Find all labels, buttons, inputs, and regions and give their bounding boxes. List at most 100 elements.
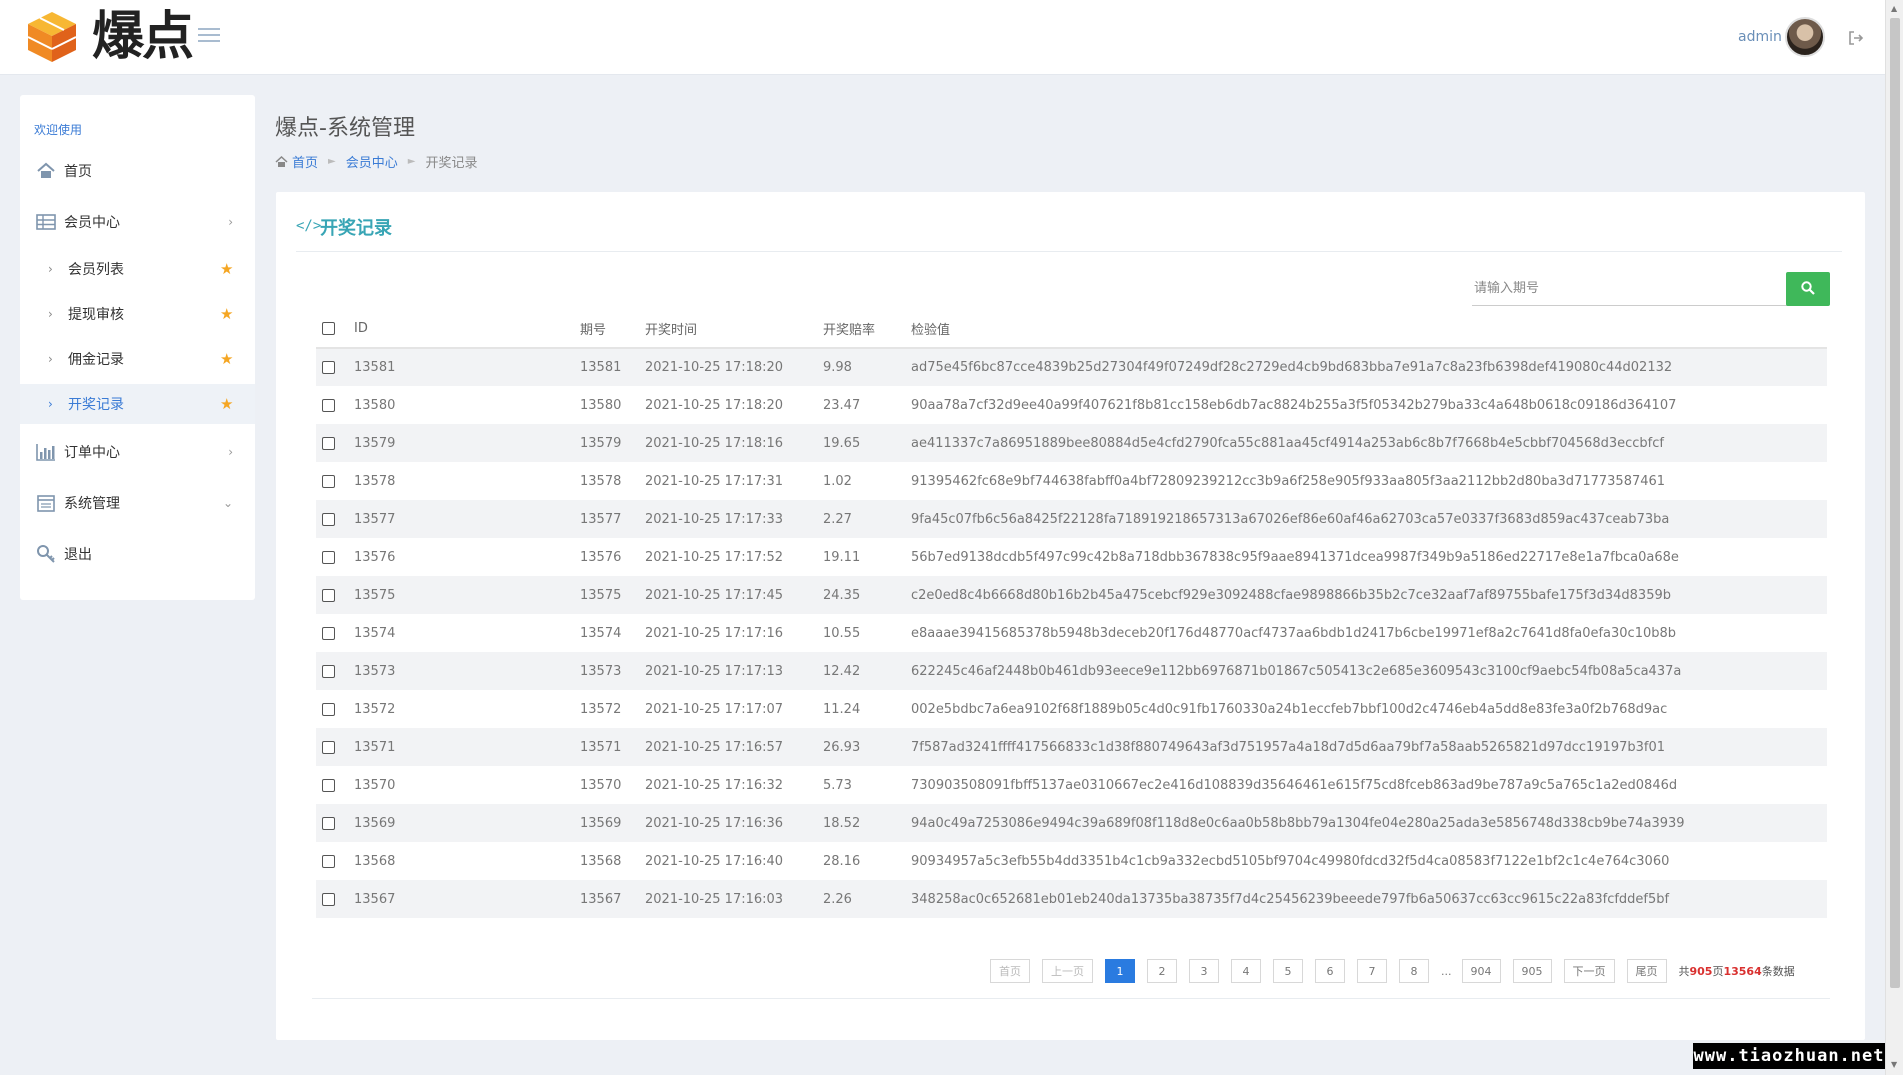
row-checkbox[interactable] [322, 512, 335, 526]
main-panel: </> 开奖记录 ID 期号 开奖时间 开奖赔率 检验值 13581135812… [276, 192, 1865, 1040]
row-checkbox[interactable] [322, 588, 335, 602]
cell-time: 2021-10-25 17:17:45 [645, 576, 823, 614]
cell-period: 13576 [580, 549, 622, 565]
search-input[interactable] [1472, 272, 1788, 306]
cell-period: 13574 [580, 625, 622, 641]
breadcrumb-member-center[interactable]: 会员中心 [346, 152, 398, 171]
page-prev-button[interactable]: 上一页 [1042, 959, 1093, 983]
page-button[interactable]: 904 [1461, 959, 1501, 983]
page-last-button[interactable]: 尾页 [1626, 959, 1667, 983]
menu-toggle-icon[interactable] [198, 28, 220, 46]
row-checkbox[interactable] [322, 361, 335, 374]
cell-hash: 730903508091fbff5137ae0310667ec2e416d108… [911, 777, 1678, 793]
page-next-button[interactable]: 下一页 [1563, 959, 1615, 983]
watermark: www.tiaozhuan.net [1693, 1043, 1885, 1069]
cell-period: 13568 [580, 853, 622, 869]
cell-period: 13581 [580, 348, 645, 386]
page-button[interactable]: 4 [1231, 959, 1261, 983]
page-button[interactable]: 1 [1105, 959, 1135, 983]
table-row: 13578 13578 2021-10-25 17:17:31 1.02 9139546… [316, 462, 1827, 500]
sidebar-welcome: 欢迎使用 [34, 123, 83, 137]
page-button[interactable]: 905 [1512, 959, 1552, 983]
sidebar-item-label: 退出 [64, 547, 92, 563]
search-button[interactable] [1786, 272, 1830, 306]
row-checkbox-cell [316, 462, 354, 500]
column-header-id: ID [354, 310, 580, 349]
row-checkbox-cell [316, 538, 354, 576]
sidebar-item-member-center[interactable]: 会员中心 › [20, 202, 255, 242]
chevron-right-icon: › [48, 397, 53, 411]
cell-id: 13580 [354, 397, 396, 413]
scroll-up-icon[interactable]: ▲ [1891, 4, 1897, 13]
cell-time: 2021-10-25 17:17:07 [645, 701, 784, 717]
cell-hash: e8aaae39415685378b5948b3deceb20f176d4877… [911, 625, 1677, 641]
home-icon [275, 156, 288, 167]
row-checkbox[interactable] [322, 740, 335, 754]
scroll-down-icon[interactable]: ▼ [1891, 1060, 1897, 1069]
panel-footer-divider [312, 998, 1830, 999]
sidebar-item-system-management[interactable]: 系统管理 ⌄ [20, 483, 255, 523]
row-checkbox[interactable] [322, 854, 335, 868]
sidebar-subitem-withdraw-review[interactable]: › 提现审核 ★ [20, 294, 255, 334]
cell-hash: 9fa45c07fb6c56a8425f22128fa7189192186573… [911, 500, 1827, 538]
user-name[interactable]: admin [1738, 29, 1782, 45]
sidebar: 欢迎使用 首页 会员中心 › › 会员列表 ★ › 提现审核 ★ › 佣金记录 … [20, 95, 255, 600]
total-suffix: 条数据 [1761, 965, 1795, 978]
cell-time: 2021-10-25 17:18:16 [645, 424, 823, 462]
cell-period: 13569 [580, 804, 645, 842]
records-table: ID 期号 开奖时间 开奖赔率 检验值 13581 13581 2021-10-25… [316, 310, 1827, 918]
star-icon: ★ [220, 395, 234, 413]
page-first-button[interactable]: 首页 [990, 959, 1030, 983]
cell-hash: 94a0c49a7253086e9494c39a689f08f118d8e0c6… [911, 804, 1827, 842]
page-button[interactable]: 3 [1189, 959, 1219, 983]
table-body: 13581 13581 2021-10-25 17:18:20 9.98 ad75e45… [316, 348, 1827, 918]
page-scrollbar[interactable]: ▲ ▼ [1885, 0, 1903, 1075]
row-checkbox[interactable] [322, 398, 335, 412]
row-checkbox[interactable] [322, 892, 335, 906]
cell-time: 2021-10-25 17:17:13 [645, 652, 823, 690]
cell-time: 2021-10-25 17:16:57 [645, 728, 823, 766]
cell-hash: 90aa78a7cf32d9ee40a99f407621f8b81cc158eb… [911, 397, 1677, 413]
cell-rate: 19.65 [823, 424, 911, 462]
total-pages: 905 [1689, 965, 1713, 978]
sidebar-item-logout[interactable]: 退出 [20, 534, 255, 574]
row-checkbox[interactable] [322, 664, 335, 678]
logo-cube-icon [27, 12, 77, 62]
row-checkbox[interactable] [322, 474, 335, 488]
page-button[interactable]: 5 [1273, 959, 1303, 983]
breadcrumb-current: 开奖记录 [425, 156, 478, 171]
breadcrumb-home[interactable]: 首页 [275, 152, 318, 171]
sidebar-subitem-member-list[interactable]: › 会员列表 ★ [20, 249, 255, 289]
cell-id: 13573 [354, 652, 580, 690]
sidebar-item-label: 会员中心 [64, 215, 120, 231]
table-row: 13574 13574 2021-10-25 17:17:16 10.55 e8aaae… [316, 614, 1827, 652]
sidebar-item-order-center[interactable]: 订单中心 › [20, 432, 255, 472]
row-checkbox[interactable] [322, 816, 335, 830]
sidebar-subitem-lottery-records[interactable]: › 开奖记录 ★ [20, 384, 255, 424]
avatar[interactable] [1785, 17, 1825, 57]
code-icon: </> [296, 218, 322, 234]
cell-time: 2021-10-25 17:17:31 [645, 473, 784, 489]
sidebar-subitem-label: 提现审核 [68, 307, 124, 323]
row-checkbox[interactable] [322, 626, 335, 640]
sidebar-subitem-label: 会员列表 [68, 262, 124, 278]
sidebar-item-label: 首页 [64, 164, 92, 180]
logout-icon[interactable] [1848, 30, 1864, 46]
row-checkbox[interactable] [322, 550, 335, 564]
row-checkbox[interactable] [322, 778, 335, 792]
page-button[interactable]: 7 [1357, 959, 1387, 983]
cell-time: 2021-10-25 17:17:52 [645, 549, 784, 565]
page-button[interactable]: 6 [1315, 959, 1345, 983]
table-row: 13576 13576 2021-10-25 17:17:52 19.11 56b7ed… [316, 538, 1827, 576]
row-checkbox-cell [316, 880, 354, 918]
row-checkbox[interactable] [322, 702, 335, 716]
scrollbar-thumb[interactable] [1890, 18, 1900, 988]
column-header-rate: 开奖赔率 [823, 310, 911, 349]
page-button[interactable]: 8 [1399, 959, 1429, 983]
row-checkbox[interactable] [322, 436, 335, 450]
sidebar-item-home[interactable]: 首页 [20, 151, 255, 191]
select-all-checkbox[interactable] [322, 322, 335, 335]
sidebar-subitem-commission[interactable]: › 佣金记录 ★ [20, 339, 255, 379]
cell-hash: ae411337c7a86951889bee80884d5e4cfd2790fc… [911, 424, 1827, 462]
page-button[interactable]: 2 [1147, 959, 1177, 983]
